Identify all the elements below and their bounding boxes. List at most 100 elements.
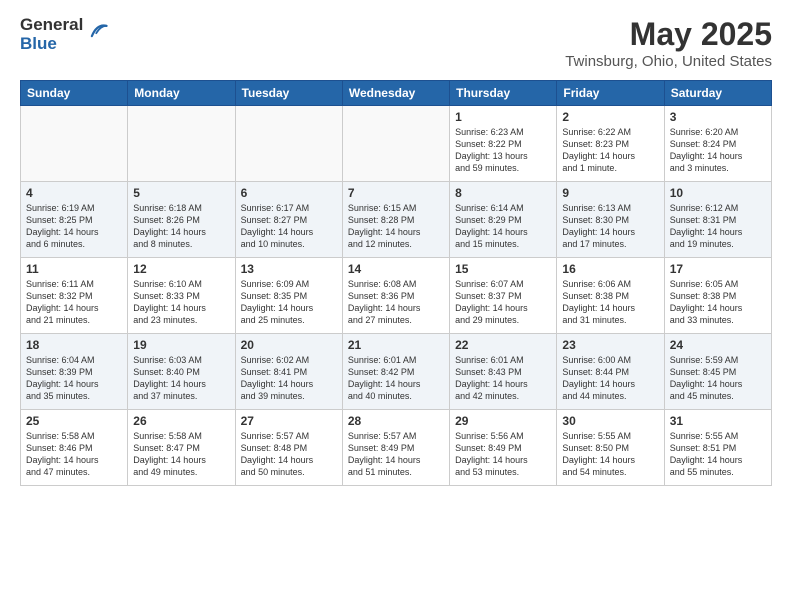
- subtitle: Twinsburg, Ohio, United States: [565, 53, 772, 70]
- col-sunday: Sunday: [21, 81, 128, 106]
- day-info: Sunrise: 5:57 AM Sunset: 8:49 PM Dayligh…: [348, 430, 444, 479]
- table-row: 22 Sunrise: 6:01 AM Sunset: 8:43 PM Dayli…: [450, 334, 557, 410]
- day-info: Sunrise: 6:11 AM Sunset: 8:32 PM Dayligh…: [26, 278, 122, 327]
- calendar-week-row: 18Sunrise: 6:04 AM Sunset: 8:39 PM Dayli…: [21, 334, 772, 410]
- table-row: 19 Sunrise: 6:03 AM Sunset: 8:40 PM Dayli…: [128, 334, 235, 410]
- day-info: Sunrise: 6:08 AM Sunset: 8:36 PM Dayligh…: [348, 278, 444, 327]
- table-row: [342, 106, 449, 182]
- day-number: 20: [241, 338, 337, 352]
- day-number: 6: [241, 186, 337, 200]
- day-info: Sunrise: 6:14 AM Sunset: 8:29 PM Dayligh…: [455, 202, 551, 251]
- day-number: 4: [26, 186, 122, 200]
- calendar-week-row: 1 Sunrise: 6:23 AM Sunset: 8:22 PM Daylig…: [21, 106, 772, 182]
- table-row: 2Sunrise: 6:22 AM Sunset: 8:23 PM Daylig…: [557, 106, 664, 182]
- day-number: 19: [133, 338, 229, 352]
- table-row: 4 Sunrise: 6:19 AM Sunset: 8:25 PM Daylig…: [21, 182, 128, 258]
- day-info: Sunrise: 6:19 AM Sunset: 8:25 PM Dayligh…: [26, 202, 122, 251]
- col-thursday: Thursday: [450, 81, 557, 106]
- day-info: Sunrise: 6:01 AM Sunset: 8:43 PM Dayligh…: [455, 354, 551, 403]
- calendar-week-row: 11 Sunrise: 6:11 AM Sunset: 8:32 PM Dayli…: [21, 258, 772, 334]
- day-info: Sunrise: 5:57 AM Sunset: 8:48 PM Dayligh…: [241, 430, 337, 479]
- logo: General Blue: [20, 16, 108, 53]
- calendar-header-row: Sunday Monday Tuesday Wednesday Thursday…: [21, 81, 772, 106]
- day-number: 11: [26, 262, 122, 276]
- col-saturday: Saturday: [664, 81, 771, 106]
- day-info: Sunrise: 6:12 AM Sunset: 8:31 PM Dayligh…: [670, 202, 766, 251]
- table-row: 17Sunrise: 6:05 AM Sunset: 8:38 PM Dayli…: [664, 258, 771, 334]
- table-row: 12 Sunrise: 6:10 AM Sunset: 8:33 PM Dayli…: [128, 258, 235, 334]
- logo-text: General Blue: [20, 16, 83, 53]
- table-row: 20 Sunrise: 6:02 AM Sunset: 8:41 PM Dayli…: [235, 334, 342, 410]
- day-number: 24: [670, 338, 766, 352]
- table-row: 9Sunrise: 6:13 AM Sunset: 8:30 PM Daylig…: [557, 182, 664, 258]
- table-row: 31Sunrise: 5:55 AM Sunset: 8:51 PM Dayli…: [664, 410, 771, 486]
- day-number: 14: [348, 262, 444, 276]
- calendar-table: Sunday Monday Tuesday Wednesday Thursday…: [20, 80, 772, 486]
- day-info: Sunrise: 6:22 AM Sunset: 8:23 PM Dayligh…: [562, 126, 658, 175]
- calendar-week-row: 25Sunrise: 5:58 AM Sunset: 8:46 PM Dayli…: [21, 410, 772, 486]
- day-info: Sunrise: 6:02 AM Sunset: 8:41 PM Dayligh…: [241, 354, 337, 403]
- day-number: 29: [455, 414, 551, 428]
- table-row: 28Sunrise: 5:57 AM Sunset: 8:49 PM Dayli…: [342, 410, 449, 486]
- table-row: [21, 106, 128, 182]
- table-row: 6 Sunrise: 6:17 AM Sunset: 8:27 PM Daylig…: [235, 182, 342, 258]
- day-number: 13: [241, 262, 337, 276]
- day-number: 1: [455, 110, 551, 124]
- table-row: 29 Sunrise: 5:56 AM Sunset: 8:49 PM Dayli…: [450, 410, 557, 486]
- day-info: Sunrise: 5:55 AM Sunset: 8:50 PM Dayligh…: [562, 430, 658, 479]
- day-number: 27: [241, 414, 337, 428]
- col-wednesday: Wednesday: [342, 81, 449, 106]
- day-info: Sunrise: 5:56 AM Sunset: 8:49 PM Dayligh…: [455, 430, 551, 479]
- day-number: 31: [670, 414, 766, 428]
- day-number: 16: [562, 262, 658, 276]
- day-number: 30: [562, 414, 658, 428]
- day-info: Sunrise: 6:20 AM Sunset: 8:24 PM Dayligh…: [670, 126, 766, 175]
- day-number: 7: [348, 186, 444, 200]
- title-area: May 2025 Twinsburg, Ohio, United States: [565, 16, 772, 70]
- day-number: 23: [562, 338, 658, 352]
- day-number: 3: [670, 110, 766, 124]
- day-info: Sunrise: 6:18 AM Sunset: 8:26 PM Dayligh…: [133, 202, 229, 251]
- table-row: 15Sunrise: 6:07 AM Sunset: 8:37 PM Dayli…: [450, 258, 557, 334]
- day-info: Sunrise: 5:58 AM Sunset: 8:47 PM Dayligh…: [133, 430, 229, 479]
- day-number: 22: [455, 338, 551, 352]
- table-row: 1 Sunrise: 6:23 AM Sunset: 8:22 PM Daylig…: [450, 106, 557, 182]
- col-friday: Friday: [557, 81, 664, 106]
- day-number: 5: [133, 186, 229, 200]
- table-row: 27 Sunrise: 5:57 AM Sunset: 8:48 PM Dayli…: [235, 410, 342, 486]
- table-row: 5 Sunrise: 6:18 AM Sunset: 8:26 PM Daylig…: [128, 182, 235, 258]
- table-row: 11 Sunrise: 6:11 AM Sunset: 8:32 PM Dayli…: [21, 258, 128, 334]
- day-info: Sunrise: 6:23 AM Sunset: 8:22 PM Dayligh…: [455, 126, 551, 175]
- table-row: 18Sunrise: 6:04 AM Sunset: 8:39 PM Dayli…: [21, 334, 128, 410]
- table-row: 25Sunrise: 5:58 AM Sunset: 8:46 PM Dayli…: [21, 410, 128, 486]
- table-row: 8Sunrise: 6:14 AM Sunset: 8:29 PM Daylig…: [450, 182, 557, 258]
- day-info: Sunrise: 6:06 AM Sunset: 8:38 PM Dayligh…: [562, 278, 658, 327]
- day-info: Sunrise: 6:15 AM Sunset: 8:28 PM Dayligh…: [348, 202, 444, 251]
- main-title: May 2025: [565, 16, 772, 53]
- day-number: 12: [133, 262, 229, 276]
- day-info: Sunrise: 6:01 AM Sunset: 8:42 PM Dayligh…: [348, 354, 444, 403]
- table-row: 26 Sunrise: 5:58 AM Sunset: 8:47 PM Dayli…: [128, 410, 235, 486]
- day-info: Sunrise: 6:09 AM Sunset: 8:35 PM Dayligh…: [241, 278, 337, 327]
- day-number: 21: [348, 338, 444, 352]
- table-row: [235, 106, 342, 182]
- table-row: 13 Sunrise: 6:09 AM Sunset: 8:35 PM Dayli…: [235, 258, 342, 334]
- table-row: 23 Sunrise: 6:00 AM Sunset: 8:44 PM Dayli…: [557, 334, 664, 410]
- day-info: Sunrise: 6:00 AM Sunset: 8:44 PM Dayligh…: [562, 354, 658, 403]
- page: General Blue May 2025 Twinsburg, Ohio, U…: [0, 0, 792, 612]
- table-row: 7 Sunrise: 6:15 AM Sunset: 8:28 PM Daylig…: [342, 182, 449, 258]
- table-row: 21 Sunrise: 6:01 AM Sunset: 8:42 PM Dayli…: [342, 334, 449, 410]
- day-number: 9: [562, 186, 658, 200]
- header: General Blue May 2025 Twinsburg, Ohio, U…: [20, 16, 772, 70]
- table-row: 14 Sunrise: 6:08 AM Sunset: 8:36 PM Dayli…: [342, 258, 449, 334]
- day-number: 10: [670, 186, 766, 200]
- logo-general: General: [20, 16, 83, 35]
- day-number: 26: [133, 414, 229, 428]
- day-number: 25: [26, 414, 122, 428]
- day-info: Sunrise: 6:10 AM Sunset: 8:33 PM Dayligh…: [133, 278, 229, 327]
- col-monday: Monday: [128, 81, 235, 106]
- day-info: Sunrise: 6:17 AM Sunset: 8:27 PM Dayligh…: [241, 202, 337, 251]
- table-row: [128, 106, 235, 182]
- day-info: Sunrise: 6:04 AM Sunset: 8:39 PM Dayligh…: [26, 354, 122, 403]
- day-info: Sunrise: 6:03 AM Sunset: 8:40 PM Dayligh…: [133, 354, 229, 403]
